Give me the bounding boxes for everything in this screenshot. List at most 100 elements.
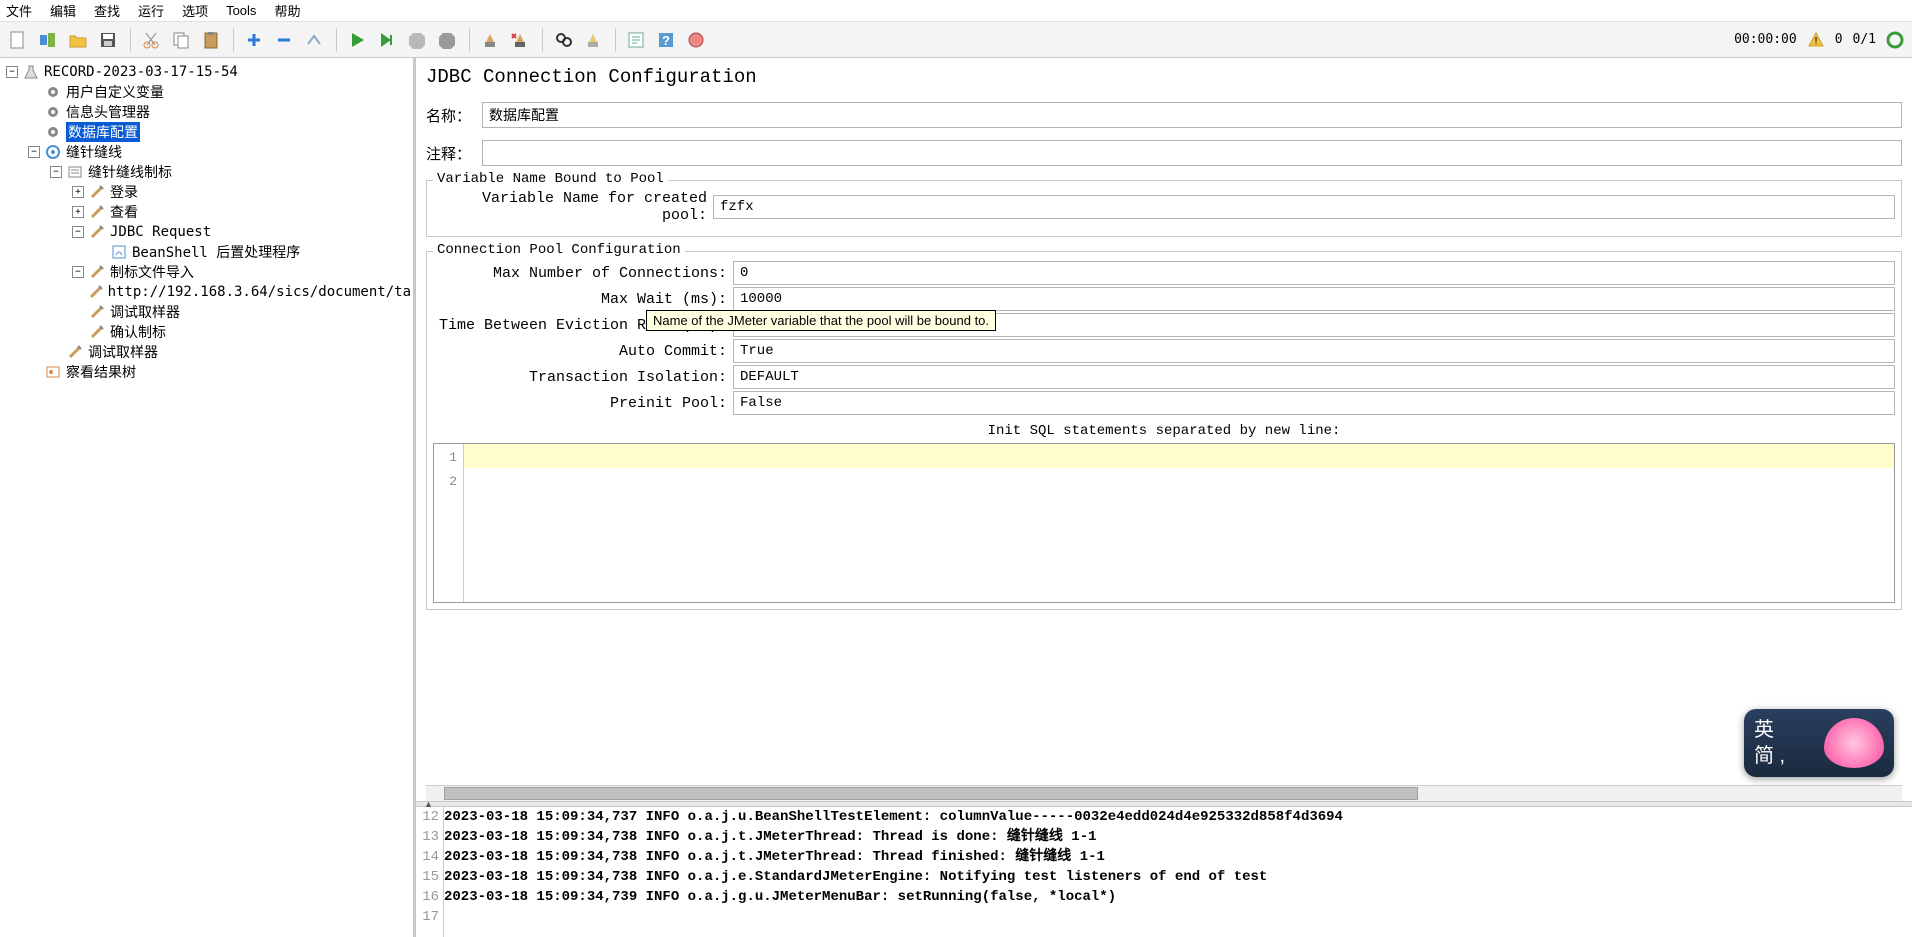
tree-toggle[interactable]: +	[72, 206, 84, 218]
lotus-icon	[1824, 718, 1884, 768]
menu-edit[interactable]: 编辑	[50, 1, 76, 20]
tree-item-label: 用户自定义变量	[66, 82, 164, 102]
sampler-icon	[88, 304, 106, 320]
tree-item[interactable]: − RECORD-2023-03-17-15-54	[2, 62, 411, 82]
gear-icon	[44, 124, 62, 140]
tree-item[interactable]: − JDBC Request	[2, 222, 411, 242]
tree-item-label: 查看	[110, 202, 138, 222]
test-plan-tree[interactable]: − RECORD-2023-03-17-15-54 用户自定义变量信息头管理器数据库…	[0, 58, 416, 937]
results-icon	[44, 364, 62, 380]
page-title: JDBC Connection Configuration	[426, 66, 1902, 88]
tree-toggle[interactable]: +	[72, 186, 84, 198]
warning-icon[interactable]: !	[1807, 31, 1825, 49]
tree-item[interactable]: http://192.168.3.64/sics/document/ta	[2, 282, 411, 302]
tree-item[interactable]: 调试取样器	[2, 342, 411, 362]
tree-item[interactable]: 调试取样器	[2, 302, 411, 322]
thread-icon	[44, 144, 62, 160]
name-input[interactable]	[482, 102, 1902, 128]
tree-item-label: BeanShell 后置处理程序	[132, 242, 300, 262]
log-line: 2023-03-18 15:09:34,738 INFO o.a.j.t.JMe…	[444, 827, 1912, 847]
horizontal-scrollbar[interactable]	[426, 785, 1902, 801]
plugins-icon[interactable]	[682, 26, 710, 54]
svg-text:?: ?	[662, 33, 670, 48]
tooltip: Name of the JMeter variable that the poo…	[646, 310, 996, 331]
menu-tools[interactable]: Tools	[226, 3, 256, 18]
toggle-icon[interactable]	[300, 26, 328, 54]
shutdown-icon[interactable]	[433, 26, 461, 54]
new-icon[interactable]	[4, 26, 32, 54]
tree-item-label: 调试取样器	[88, 342, 158, 362]
init-sql-editor[interactable]: 12	[433, 443, 1895, 603]
tree-toggle[interactable]: −	[6, 66, 18, 78]
pool-input-5[interactable]	[733, 391, 1895, 415]
menu-find[interactable]: 查找	[94, 1, 120, 20]
start-no-pause-icon[interactable]	[373, 26, 401, 54]
tree-toggle[interactable]: −	[28, 146, 40, 158]
pool-input-0[interactable]	[733, 261, 1895, 285]
function-helper-icon[interactable]	[622, 26, 650, 54]
tree-item-label: RECORD-2023-03-17-15-54	[44, 64, 238, 80]
comment-input[interactable]	[482, 140, 1902, 166]
templates-icon[interactable]	[34, 26, 62, 54]
tree-toggle[interactable]: −	[50, 166, 62, 178]
tree-item-label: JDBC Request	[110, 224, 211, 240]
tree-item[interactable]: + 登录	[2, 182, 411, 202]
log-line: 2023-03-18 15:09:34,737 INFO o.a.j.u.Bea…	[444, 807, 1912, 827]
copy-icon[interactable]	[167, 26, 195, 54]
gear-icon	[44, 84, 62, 100]
gear-icon	[44, 104, 62, 120]
tree-item-label: 确认制标	[110, 322, 166, 342]
menubar: 文件 编辑 查找 运行 选项 Tools 帮助	[0, 0, 1912, 22]
timer-display: 00:00:00	[1734, 32, 1797, 47]
toolbar: ? 00:00:00 ! 0 0/1	[0, 22, 1912, 58]
log-line: 2023-03-18 15:09:34,738 INFO o.a.j.t.JMe…	[444, 847, 1912, 867]
menu-run[interactable]: 运行	[138, 1, 164, 20]
tree-item[interactable]: − 制标文件导入	[2, 262, 411, 282]
pool-input-4[interactable]	[733, 365, 1895, 389]
log-splitter[interactable]	[416, 801, 1912, 807]
tree-item[interactable]: 确认制标	[2, 322, 411, 342]
variable-name-input[interactable]	[713, 195, 1895, 219]
tree-item-label: 登录	[110, 182, 138, 202]
open-icon[interactable]	[64, 26, 92, 54]
pool-label: Preinit Pool:	[433, 395, 733, 412]
help-icon[interactable]: ?	[652, 26, 680, 54]
clear-icon[interactable]	[476, 26, 504, 54]
ime-indicator[interactable]: 英简 ,	[1744, 709, 1894, 777]
tree-item[interactable]: 用户自定义变量	[2, 82, 411, 102]
collapse-icon[interactable]	[270, 26, 298, 54]
expand-icon[interactable]	[240, 26, 268, 54]
tree-item[interactable]: −缝针缝线	[2, 142, 411, 162]
tree-item[interactable]: + 查看	[2, 202, 411, 222]
variable-name-label: Variable Name for created pool:	[433, 190, 713, 224]
reset-search-icon[interactable]	[579, 26, 607, 54]
config-form: JDBC Connection Configuration 名称： 注释： Va…	[416, 58, 1912, 785]
start-icon[interactable]	[343, 26, 371, 54]
pool-input-3[interactable]	[733, 339, 1895, 363]
menu-help[interactable]: 帮助	[274, 1, 300, 20]
stop-icon[interactable]	[403, 26, 431, 54]
comment-label: 注释：	[426, 143, 482, 164]
cut-icon[interactable]	[137, 26, 165, 54]
tree-item[interactable]: 察看结果树	[2, 362, 411, 382]
pool-input-1[interactable]	[733, 287, 1895, 311]
pool-label: Transaction Isolation:	[433, 369, 733, 386]
save-icon[interactable]	[94, 26, 122, 54]
section-variable-name: Variable Name Bound to Pool	[433, 171, 668, 187]
menu-file[interactable]: 文件	[6, 1, 32, 20]
sampler-icon	[66, 344, 84, 360]
tree-item[interactable]: −缝针缝线制标	[2, 162, 411, 182]
tree-item-label: 数据库配置	[66, 122, 140, 142]
tree-toggle[interactable]: −	[72, 266, 84, 278]
sampler-icon	[88, 224, 106, 240]
search-icon[interactable]	[549, 26, 577, 54]
tree-item[interactable]: BeanShell 后置处理程序	[2, 242, 411, 262]
tree-toggle[interactable]: −	[72, 226, 84, 238]
menu-options[interactable]: 选项	[182, 1, 208, 20]
tree-item[interactable]: 数据库配置	[2, 122, 411, 142]
tree-item-label: 制标文件导入	[110, 262, 194, 282]
clear-all-icon[interactable]	[506, 26, 534, 54]
section-pool-config: Connection Pool Configuration	[433, 242, 685, 258]
paste-icon[interactable]	[197, 26, 225, 54]
tree-item[interactable]: 信息头管理器	[2, 102, 411, 122]
